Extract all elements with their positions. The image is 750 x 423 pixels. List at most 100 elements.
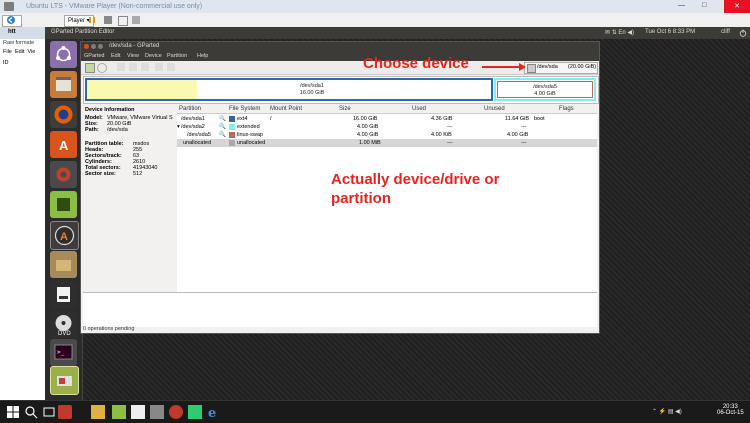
expander-icon[interactable]: ▾ <box>177 123 180 131</box>
lock-icon: 🔍 <box>219 124 226 130</box>
segment-sda1[interactable]: /dev/sda1 16.00 GiB <box>85 78 493 101</box>
info-ss-value: 512 <box>133 171 143 177</box>
fs-color-swatch <box>229 116 235 122</box>
segment-sda2[interactable]: /dev/sda5 4.00 GiB <box>494 78 596 101</box>
maximize-button[interactable]: □ <box>702 2 706 9</box>
fs-color-swatch <box>229 140 235 146</box>
taskbar-clock[interactable]: 20:33 06-Oct-15 <box>717 404 744 416</box>
task-view-icon[interactable] <box>42 405 56 419</box>
table-row[interactable]: /dev/sda5 🔍 linux-swap 4.00 GiB 4.00 KiB… <box>177 131 597 139</box>
table-header: Partition File System Mount Point Size U… <box>177 104 597 114</box>
col-size[interactable]: Size <box>339 106 351 112</box>
resize-icon[interactable] <box>117 63 125 71</box>
apply-icon[interactable] <box>167 63 175 71</box>
status-text: 0 operations pending <box>83 326 135 332</box>
terminal-icon[interactable]: >_ <box>50 339 77 366</box>
col-unused[interactable]: Unused <box>484 106 505 112</box>
software-center-icon[interactable]: A <box>50 131 77 158</box>
undo-icon[interactable] <box>155 63 163 71</box>
browser-item[interactable]: ID <box>3 60 9 66</box>
archive-icon[interactable] <box>50 251 77 278</box>
menu-edit[interactable]: Edit <box>15 49 24 55</box>
row-used: 4.00 KiB <box>431 132 452 138</box>
tray-icons[interactable]: ⌃ ⚡ ▤ ◀) <box>652 408 682 415</box>
gparted-like-icon[interactable] <box>50 191 77 218</box>
panel-clock[interactable]: Tue Oct 6 8:33 PM <box>645 29 695 35</box>
windows-start-icon[interactable] <box>6 405 20 419</box>
menu-view[interactable]: Vie <box>27 49 35 55</box>
table-row[interactable]: /dev/sda1 🔍 ext4 / 16.00 GiB 4.36 GiB 11… <box>177 115 597 123</box>
browser-tab[interactable]: htt <box>0 27 45 39</box>
row-partition: /dev/sda5 <box>187 132 211 138</box>
files-icon[interactable] <box>50 71 77 98</box>
svg-text:A: A <box>59 138 69 153</box>
col-used[interactable]: Used <box>412 106 426 112</box>
row-partition: /dev/sda2 <box>181 124 205 130</box>
delete-icon[interactable] <box>97 63 107 73</box>
settings-icon[interactable] <box>50 161 77 188</box>
device-size: (20.00 GiB) <box>568 64 597 70</box>
device-selector-value: /dev/sda <box>537 64 558 70</box>
search-icon[interactable] <box>24 405 38 419</box>
fs-color-swatch <box>229 124 235 130</box>
dash-icon[interactable] <box>50 41 77 68</box>
used-space-fill <box>87 80 197 99</box>
unity-icon[interactable] <box>132 16 140 24</box>
fullscreen-icon[interactable] <box>118 16 128 26</box>
taskbar-app-1-icon[interactable] <box>58 405 72 419</box>
back-icon[interactable] <box>2 15 22 27</box>
menu-device[interactable]: Device <box>145 53 162 59</box>
col-mountpoint[interactable]: Mount Point <box>270 106 302 112</box>
col-partition[interactable]: Partition <box>179 106 201 112</box>
taskbar-app-5-icon[interactable] <box>169 405 183 419</box>
power-icon[interactable] <box>739 29 747 37</box>
fs-color-swatch <box>229 132 235 138</box>
maximize-window-icon[interactable] <box>98 44 103 49</box>
row-partition: unallocated <box>183 140 212 146</box>
col-flags[interactable]: Flags <box>559 106 574 112</box>
device-selector[interactable]: /dev/sda (20.00 GiB) <box>524 62 598 74</box>
close-button[interactable]: ✕ <box>724 0 750 13</box>
taskbar-app-6-icon[interactable] <box>188 405 202 419</box>
taskbar-app-3-icon[interactable] <box>131 405 145 419</box>
menu-gparted[interactable]: GParted <box>84 53 104 59</box>
menu-partition[interactable]: Partition <box>167 53 187 59</box>
panel-user[interactable]: cliff <box>721 29 730 35</box>
row-partition: /dev/sda1 <box>181 116 205 122</box>
gparted-icon[interactable] <box>50 366 79 395</box>
taskbar-app-2-icon[interactable] <box>112 405 126 419</box>
segment-sda5[interactable]: /dev/sda5 4.00 GiB <box>497 81 593 98</box>
drive-icon[interactable] <box>50 281 77 308</box>
row-fs: extended <box>237 124 260 130</box>
paste-icon[interactable] <box>141 63 149 71</box>
send-ctrl-alt-del-icon[interactable] <box>104 16 112 24</box>
segment-sda1-label: /dev/sda1 16.00 GiB <box>237 83 387 97</box>
pause-icon[interactable] <box>88 16 96 24</box>
dvd-icon[interactable]: DVD <box>50 311 77 338</box>
menu-help[interactable]: Help <box>197 53 208 59</box>
browser-tab-label: htt <box>8 29 16 35</box>
table-row[interactable]: unallocated unallocated 1.00 MiB --- --- <box>177 139 597 147</box>
vmware-icon <box>4 2 14 11</box>
minimize-window-icon[interactable] <box>91 44 96 49</box>
file-explorer-icon[interactable] <box>91 405 105 419</box>
updater-icon[interactable]: A <box>50 221 79 250</box>
edge-icon[interactable]: e <box>207 405 221 421</box>
svg-text:e: e <box>208 406 216 419</box>
taskbar-app-4-icon[interactable] <box>150 405 164 419</box>
svg-text:A: A <box>60 231 68 243</box>
firefox-icon[interactable] <box>50 101 77 128</box>
col-filesystem[interactable]: File System <box>229 106 260 112</box>
copy-icon[interactable] <box>129 63 137 71</box>
browser-tab-2[interactable]: Raw formate <box>0 39 45 47</box>
minimize-button[interactable]: — <box>678 2 685 9</box>
new-partition-icon[interactable] <box>85 63 95 73</box>
row-size: 4.00 GiB <box>357 124 379 130</box>
vmware-window-title: Ubuntu LTS - VMware Player (Non-commerci… <box>26 3 203 10</box>
table-row[interactable]: ▾ /dev/sda2 🔍 extended 4.00 GiB --- --- <box>177 123 597 131</box>
close-window-icon[interactable] <box>84 44 89 49</box>
menu-edit[interactable]: Edit <box>111 53 120 59</box>
menu-view[interactable]: View <box>127 53 139 59</box>
menu-file[interactable]: File <box>3 49 12 55</box>
row-fs: unallocated <box>237 140 266 146</box>
